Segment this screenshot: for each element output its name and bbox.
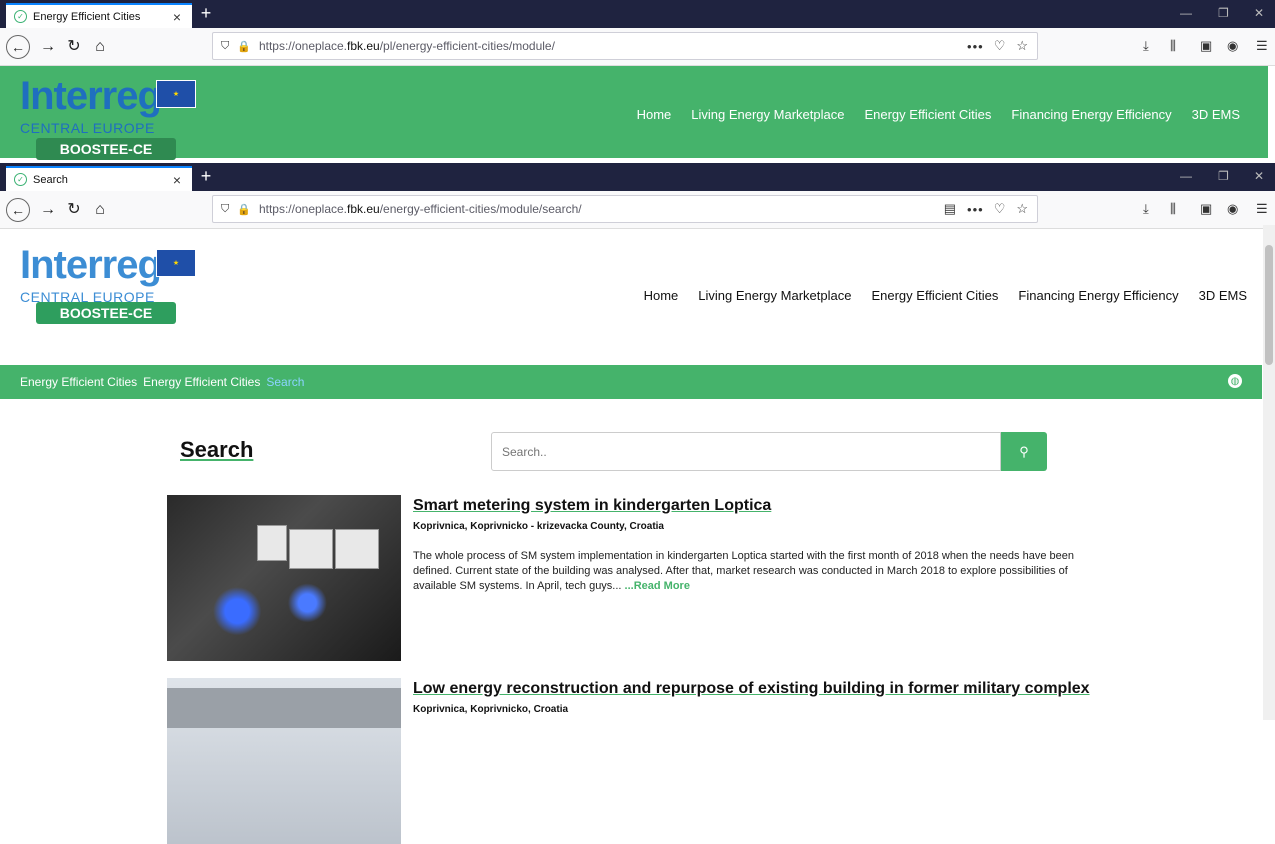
globe-icon[interactable]: ◍ <box>1228 374 1242 388</box>
forward-button[interactable]: → <box>38 200 58 220</box>
new-tab-button[interactable]: + <box>196 166 216 187</box>
bookmark-star-icon[interactable]: ☆ <box>1016 201 1029 217</box>
url-text: https://oneplace.fbk.eu/energy-efficient… <box>258 202 582 216</box>
close-window-icon[interactable]: ✕ <box>1254 6 1264 20</box>
logo-interreg-text: Interreg <box>20 74 162 118</box>
navigation-toolbar: ← → ↻ ⌂ ⛉ 🔒 https://oneplace.fbk.eu/pl/e… <box>0 28 1275 66</box>
result-location: Koprivnica, Koprivnicko - krizevacka Cou… <box>413 521 664 532</box>
navigation-toolbar: ← → ↻ ⌂ ⛉ 🔒 https://oneplace.fbk.eu/ener… <box>0 191 1275 229</box>
nav-financing-energy-efficiency[interactable]: Financing Energy Efficiency <box>1018 288 1178 303</box>
site-header-green: Interreg ★ CENTRAL EUROPE BOOSTEE-CE Hom… <box>0 66 1268 160</box>
menu-icon[interactable]: ☰ <box>1256 201 1268 217</box>
shield-icon[interactable]: ⛉ <box>221 40 229 53</box>
library-icon[interactable]: ⫼ <box>1170 201 1176 217</box>
back-button[interactable]: ← <box>6 198 30 222</box>
restore-icon[interactable]: ❐ <box>1218 6 1229 20</box>
main-nav: Home Living Energy Marketplace Energy Ef… <box>637 107 1240 122</box>
shield-icon[interactable]: ⛉ <box>221 203 229 216</box>
back-button[interactable]: ← <box>6 35 30 59</box>
breadcrumb-current: Search <box>266 375 305 389</box>
reader-view-icon[interactable]: ▤ <box>944 201 957 217</box>
page-actions-icon[interactable]: ••• <box>967 202 984 217</box>
restore-icon[interactable]: ❐ <box>1218 169 1229 183</box>
result-thumbnail[interactable] <box>167 678 401 844</box>
sidebar-icon[interactable]: ▣ <box>1200 38 1212 54</box>
read-more-link[interactable]: ...Read More <box>625 580 690 592</box>
bookmark-star-icon[interactable]: ☆ <box>1016 38 1029 54</box>
site-favicon-icon: ✓ <box>14 10 27 23</box>
decor-breaker <box>257 525 287 561</box>
url-text: https://oneplace.fbk.eu/pl/energy-effici… <box>258 39 555 53</box>
boostee-badge: BOOSTEE-CE <box>36 138 176 160</box>
nav-financing-energy-efficiency[interactable]: Financing Energy Efficiency <box>1011 107 1171 122</box>
search-icon: ⚲ <box>1019 443 1029 459</box>
nav-energy-efficient-cities[interactable]: Energy Efficient Cities <box>871 288 998 303</box>
lock-icon: 🔒 <box>237 40 251 53</box>
close-tab-icon[interactable]: × <box>170 172 184 188</box>
lock-icon: 🔒 <box>237 203 251 216</box>
reload-button[interactable]: ↻ <box>64 37 84 57</box>
nav-3d-ems[interactable]: 3D EMS <box>1192 107 1240 122</box>
reload-button[interactable]: ↻ <box>64 200 84 220</box>
decor-building <box>167 688 401 728</box>
decor-breaker <box>289 529 333 569</box>
eu-flag-icon: ★ <box>156 80 196 108</box>
breadcrumb: Energy Efficient Cities Energy Efficient… <box>0 365 1262 399</box>
sidebar-icon[interactable]: ▣ <box>1200 201 1212 217</box>
tab-label: Energy Efficient Cities <box>33 10 141 23</box>
nav-home[interactable]: Home <box>637 107 672 122</box>
pocket-icon[interactable]: ♡ <box>994 38 1007 54</box>
minimize-icon[interactable]: — <box>1180 169 1192 183</box>
nav-3d-ems[interactable]: 3D EMS <box>1199 288 1247 303</box>
main-nav: Home Living Energy Marketplace Energy Ef… <box>644 288 1247 303</box>
eu-flag-icon: ★ <box>156 249 196 277</box>
breadcrumb-item[interactable]: Energy Efficient Cities <box>143 375 260 389</box>
result-location: Koprivnica, Koprivnicko, Croatia <box>413 704 569 715</box>
nav-home[interactable]: Home <box>644 288 679 303</box>
nav-living-energy-marketplace[interactable]: Living Energy Marketplace <box>691 107 844 122</box>
pocket-icon[interactable]: ♡ <box>994 201 1007 217</box>
logo-interreg-text: Interreg <box>20 243 162 287</box>
download-icon[interactable]: ⤓ <box>1143 38 1149 54</box>
decor-breaker <box>335 529 379 569</box>
logo-central-europe: CENTRAL EUROPE <box>20 120 155 136</box>
site-favicon-icon: ✓ <box>14 173 27 186</box>
scrollbar[interactable] <box>1263 225 1275 720</box>
close-window-icon[interactable]: ✕ <box>1254 169 1264 183</box>
boostee-badge: BOOSTEE-CE <box>36 302 176 324</box>
result-description: The whole process of SM system implement… <box>413 549 1093 594</box>
interreg-logo[interactable]: Interreg ★ CENTRAL EUROPE BOOSTEE-CE <box>20 243 196 324</box>
new-tab-button[interactable]: + <box>196 3 216 24</box>
search-input[interactable] <box>491 432 1001 471</box>
page-actions-icon[interactable]: ••• <box>967 39 984 54</box>
description-text: The whole process of SM system implement… <box>413 550 1074 592</box>
download-icon[interactable]: ⤓ <box>1143 201 1149 217</box>
nav-living-energy-marketplace[interactable]: Living Energy Marketplace <box>698 288 851 303</box>
minimize-icon[interactable]: — <box>1180 6 1192 20</box>
result-thumbnail[interactable] <box>167 495 401 661</box>
home-button[interactable]: ⌂ <box>90 200 110 220</box>
result-title[interactable]: Low energy reconstruction and repurpose … <box>413 680 1090 698</box>
menu-icon[interactable]: ☰ <box>1256 38 1268 54</box>
tab-bar: ✓ Search × + — ❐ ✕ <box>0 163 1275 191</box>
nav-energy-efficient-cities[interactable]: Energy Efficient Cities <box>864 107 991 122</box>
address-bar[interactable]: ⛉ 🔒 https://oneplace.fbk.eu/energy-effic… <box>212 195 1038 223</box>
result-title[interactable]: Smart metering system in kindergarten Lo… <box>413 497 771 515</box>
library-icon[interactable]: ⫼ <box>1170 38 1176 54</box>
home-button[interactable]: ⌂ <box>90 37 110 57</box>
close-tab-icon[interactable]: × <box>170 9 184 25</box>
page-title: Search <box>180 437 254 462</box>
tab-bar: ✓ Energy Efficient Cities × + — ❐ ✕ <box>0 0 1275 28</box>
scrollbar-thumb[interactable] <box>1265 245 1273 365</box>
account-icon[interactable]: ◉ <box>1227 201 1238 217</box>
breadcrumb-item[interactable]: Energy Efficient Cities <box>20 375 137 389</box>
forward-button[interactable]: → <box>38 37 58 57</box>
interreg-logo[interactable]: Interreg ★ CENTRAL EUROPE <box>20 74 196 136</box>
browser-tab[interactable]: ✓ Search × <box>6 166 192 191</box>
search-button[interactable]: ⚲ <box>1001 432 1047 471</box>
browser-tab[interactable]: ✓ Energy Efficient Cities × <box>6 3 192 28</box>
account-icon[interactable]: ◉ <box>1227 38 1238 54</box>
tab-label: Search <box>33 173 68 186</box>
address-bar[interactable]: ⛉ 🔒 https://oneplace.fbk.eu/pl/energy-ef… <box>212 32 1038 60</box>
